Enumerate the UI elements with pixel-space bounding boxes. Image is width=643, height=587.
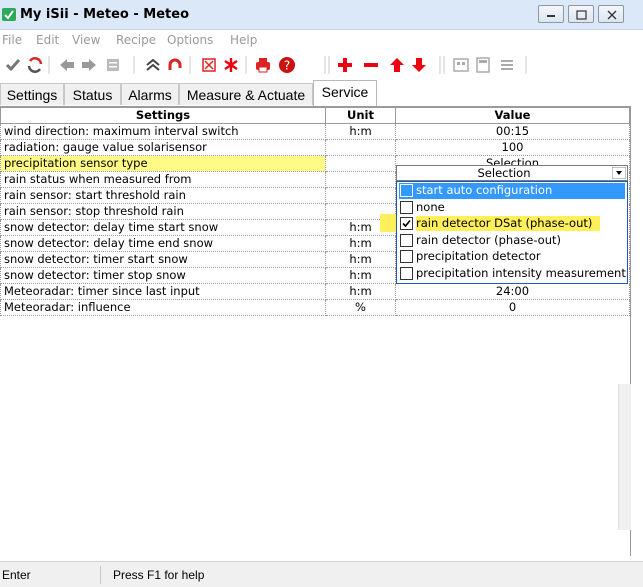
menu-recipe[interactable]: Recipe [116,33,156,47]
scrollbar[interactable] [618,384,631,530]
value-cell[interactable]: 00:15 [395,123,630,140]
checkbox-icon[interactable] [400,250,413,263]
checkbox-icon[interactable] [400,233,413,247]
dropdown-list: start auto configuration none rain detecto… [396,181,628,284]
status-help-hint: Press F1 for help [113,568,205,582]
dropdown-option[interactable]: precipitation intensity measurement [399,265,626,282]
column-header-unit[interactable]: Unit [325,107,396,124]
unit-cell: % [325,299,396,316]
unit-cell: h:m [325,283,396,300]
status-bar: Enter Press F1 for help [0,561,643,587]
checkbox-icon[interactable] [400,266,413,280]
checkbox-icon[interactable] [400,200,413,214]
dropdown-option[interactable]: rain detector (phase-out) [399,233,625,249]
close-icon [607,10,617,20]
table-row[interactable]: radiation: gauge value solarisensor 100 [0,139,630,156]
menu-edit[interactable]: Edit [36,33,59,47]
setting-name-cell: Meteoradar: timer since last input [0,283,326,300]
toolbar-separators [48,56,527,74]
dropdown-option[interactable]: none [399,200,625,216]
setting-name-cell: snow detector: timer start snow [0,251,326,268]
checkbox-checked-icon[interactable] [400,217,413,230]
maximize-button[interactable] [568,5,594,23]
table-row[interactable]: wind direction: maximum interval switch h… [0,123,630,140]
setting-name-cell: precipitation sensor type [0,155,326,172]
setting-name-cell: rain sensor: stop threshold rain [0,203,326,220]
dropdown-option-label: precipitation detector [416,249,541,263]
window-title: My iSii - Meteo - Meteo [20,7,189,22]
toolbar: ? [0,50,643,80]
dropdown-option-label: rain detector (phase-out) [416,232,561,247]
menu-view[interactable]: View [72,33,100,47]
title-bar: My iSii - Meteo - Meteo [0,0,643,30]
setting-name-cell: radiation: gauge value solarisensor [0,139,326,156]
tab-status[interactable]: Status [64,83,121,105]
menu-bar: File Edit View Recipe Options Help [0,30,643,50]
table-row[interactable]: Meteoradar: influence% 0 [0,299,630,316]
dropdown-option[interactable]: start auto configuration [399,183,625,199]
chevron-down-icon[interactable] [612,167,626,179]
value-cell[interactable]: 100 [395,139,630,156]
tab-measure-actuate[interactable]: Measure & Actuate [179,83,313,105]
dropdown-option-label: none [416,199,445,214]
menu-help[interactable]: Help [230,33,257,47]
tab-settings[interactable]: Settings [0,83,64,105]
setting-name-cell: snow detector: delay time end snow [0,235,326,252]
maximize-icon [576,10,587,20]
tab-alarms[interactable]: Alarms [121,83,179,105]
value-cell[interactable]: 0 [395,299,630,316]
menu-options[interactable]: Options [167,33,213,47]
app-logo-icon [2,8,16,21]
setting-name-cell: rain sensor: start threshold rain [0,187,326,204]
value-cell[interactable]: 24:00 [395,283,630,300]
unit-cell [325,171,396,188]
checkbox-icon[interactable] [400,184,413,197]
status-mode: Enter [2,568,31,582]
dropdown-option-label: precipitation intensity measurement [416,265,626,280]
setting-name-cell: Meteoradar: influence [0,299,326,316]
unit-cell: h:m [325,123,396,140]
setting-name-cell: snow detector: delay time start snow [0,219,326,236]
minimize-button[interactable] [538,5,564,23]
dropdown-option-label: rain detector DSat (phase-out) [416,216,601,231]
setting-name-cell: snow detector: timer stop snow [0,267,326,284]
select-value: Selection [477,166,531,180]
menu-file[interactable]: File [2,33,22,47]
unit-cell [325,155,396,172]
status-divider [100,566,101,584]
table-row[interactable]: Meteoradar: timer since last input h:m 24:… [0,283,630,300]
minimize-icon [547,15,555,17]
tab-strip: Settings Status Alarms Measure & Actuate… [0,80,643,106]
dropdown-option-label: start auto configuration [416,183,553,197]
unit-cell: h:m [325,235,396,252]
grid-header-row: Settings Unit Value [0,107,630,124]
unit-cell: h:m [325,267,396,284]
column-header-settings[interactable]: Settings [0,107,326,124]
close-button[interactable] [598,5,624,23]
column-header-value[interactable]: Value [395,107,630,124]
tab-service[interactable]: Service [313,80,377,106]
dropdown-option[interactable]: precipitation detector [399,249,625,265]
setting-name-cell: wind direction: maximum interval switch [0,123,326,140]
unit-cell: h:m [325,251,396,268]
setting-name-cell: rain status when measured from [0,171,326,188]
unit-cell [325,139,396,156]
precipitation-sensor-select[interactable]: Selection [396,165,628,181]
unit-cell [325,187,396,204]
dropdown-option[interactable]: rain detector DSat (phase-out) [399,216,625,232]
